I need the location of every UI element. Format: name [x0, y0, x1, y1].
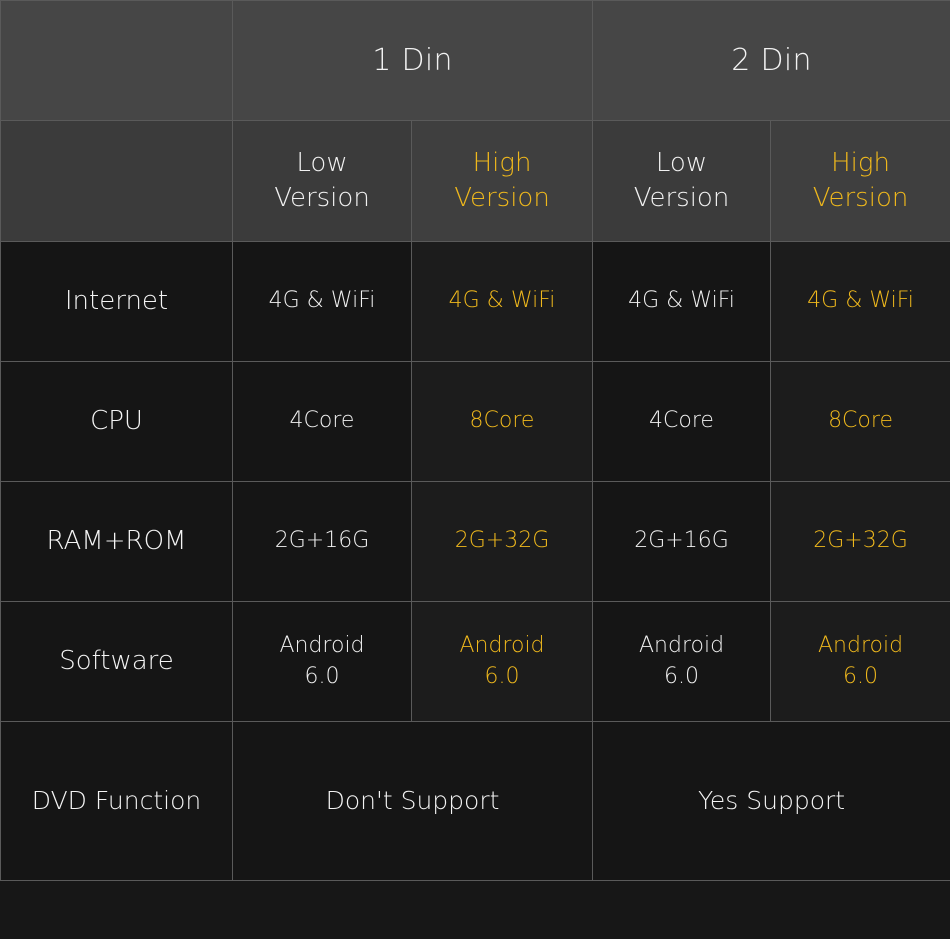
- table-row: RAM+ROM 2G+16G 2G+32G 2G+16G 2G+32G: [1, 482, 950, 602]
- value-cell-2din-high: 8Core: [771, 362, 950, 482]
- value-line-1: 4G & WiFi: [449, 288, 556, 313]
- feature-name: CPU: [90, 406, 143, 436]
- value-cell-2din-low: Android 6.0: [593, 602, 771, 722]
- value-line-2: 6.0: [843, 664, 878, 689]
- value-cell-2din-low: 4G & WiFi: [593, 242, 771, 362]
- value-cell-2din-low: 2G+16G: [593, 482, 771, 602]
- cell-value: 8Core: [771, 406, 950, 436]
- value-cell-1din-low: 4G & WiFi: [233, 242, 412, 362]
- group-label-2din: 2 Din: [731, 43, 812, 78]
- value-cell-1din-high: 4G & WiFi: [412, 242, 593, 362]
- value-line-1: Android: [279, 633, 364, 658]
- value-line-1: 8Core: [470, 408, 535, 433]
- group-header-1din: 1 Din: [233, 1, 593, 121]
- value-cell-1din-high: Android 6.0: [412, 602, 593, 722]
- feature-label-cell: RAM+ROM: [1, 482, 233, 602]
- feature-label-cell: CPU: [1, 362, 233, 482]
- feature-label-cell: Software: [1, 602, 233, 722]
- value-cell-2din-high: 2G+32G: [771, 482, 950, 602]
- value-cell-2din-low: 4Core: [593, 362, 771, 482]
- merged-value-cell-2din: Yes Support: [593, 722, 950, 881]
- cell-value: Android 6.0: [412, 631, 592, 692]
- version-label-2din-low: Low Version: [593, 146, 770, 216]
- value-cell-2din-high: 4G & WiFi: [771, 242, 950, 362]
- version-label-2din-high: High Version: [771, 146, 950, 216]
- cell-value: 4G & WiFi: [412, 286, 592, 316]
- value-cell-1din-high: 8Core: [412, 362, 593, 482]
- table-row: CPU 4Core 8Core 4Core 8Core: [1, 362, 950, 482]
- cell-value: 8Core: [412, 406, 592, 436]
- version-line-2: Version: [813, 183, 909, 213]
- table-header-versions: Low Version High Version Low Version Hig…: [1, 121, 950, 242]
- group-header-2din: 2 Din: [593, 1, 950, 121]
- version-header-2din-high: High Version: [771, 121, 950, 242]
- value-cell-1din-low: 4Core: [233, 362, 412, 482]
- version-label-1din-low: Low Version: [233, 146, 411, 216]
- cell-value: 2G+32G: [771, 526, 950, 556]
- cell-value: 4Core: [233, 406, 411, 436]
- group-label-1din: 1 Din: [372, 43, 453, 78]
- value-line-2: 6.0: [664, 664, 699, 689]
- feature-label-cell: DVD Function: [1, 722, 233, 881]
- table-row: Internet 4G & WiFi 4G & WiFi 4G & WiFi 4…: [1, 242, 950, 362]
- value-line-1: 4G & WiFi: [807, 288, 914, 313]
- table-row: Software Android 6.0 Android 6.0 Android…: [1, 602, 950, 722]
- value-line-1: 4G & WiFi: [269, 288, 376, 313]
- value-line-1: 4G & WiFi: [628, 288, 735, 313]
- version-header-2din-low: Low Version: [593, 121, 771, 242]
- feature-name: Software: [59, 646, 174, 676]
- feature-label-cell: Internet: [1, 242, 233, 362]
- value-line-1: 2G+32G: [813, 528, 908, 553]
- corner-cell: [1, 1, 233, 121]
- value-cell-1din-low: Android 6.0: [233, 602, 412, 722]
- footer-spacer: [0, 881, 950, 939]
- version-line-1: Low: [296, 148, 347, 178]
- cell-value: 4G & WiFi: [233, 286, 411, 316]
- version-line-2: Version: [454, 183, 550, 213]
- merged-value: Don't Support: [326, 786, 500, 815]
- table-row-merged: DVD Function Don't Support Yes Support: [1, 722, 950, 881]
- cell-value: Android 6.0: [771, 631, 950, 692]
- cell-value: 2G+16G: [593, 526, 770, 556]
- value-line-1: Android: [459, 633, 544, 658]
- value-line-1: 8Core: [828, 408, 893, 433]
- version-label-1din-high: High Version: [412, 146, 592, 216]
- version-line-1: Low: [656, 148, 707, 178]
- version-line-2: Version: [274, 183, 370, 213]
- value-line-1: 2G+16G: [634, 528, 729, 553]
- version-line-2: Version: [634, 183, 730, 213]
- value-line-1: 4Core: [290, 408, 355, 433]
- spec-comparison-table: 1 Din 2 Din Low Version High Version: [0, 0, 950, 881]
- cell-value: 2G+16G: [233, 526, 411, 556]
- value-cell-1din-high: 2G+32G: [412, 482, 593, 602]
- value-line-1: 4Core: [649, 408, 714, 433]
- value-line-1: 2G+32G: [455, 528, 550, 553]
- value-line-2: 6.0: [485, 664, 520, 689]
- cell-value: Android 6.0: [593, 631, 770, 692]
- value-line-1: Android: [639, 633, 724, 658]
- value-line-1: Android: [818, 633, 903, 658]
- feature-name: DVD Function: [32, 786, 201, 815]
- feature-name: RAM+ROM: [47, 526, 187, 556]
- cell-value: 2G+32G: [412, 526, 592, 556]
- value-cell-1din-low: 2G+16G: [233, 482, 412, 602]
- version-header-1din-low: Low Version: [233, 121, 412, 242]
- value-cell-2din-high: Android 6.0: [771, 602, 950, 722]
- value-line-1: 2G+16G: [275, 528, 370, 553]
- version-line-1: High: [831, 148, 890, 178]
- corner-cell-lower: [1, 121, 233, 242]
- table-header-groups: 1 Din 2 Din: [1, 1, 950, 121]
- version-header-1din-high: High Version: [412, 121, 593, 242]
- cell-value: 4Core: [593, 406, 770, 436]
- feature-name: Internet: [65, 286, 168, 316]
- version-line-1: High: [473, 148, 532, 178]
- merged-value: Yes Support: [698, 786, 845, 815]
- cell-value: 4G & WiFi: [771, 286, 950, 316]
- merged-value-cell-1din: Don't Support: [233, 722, 593, 881]
- value-line-2: 6.0: [305, 664, 340, 689]
- cell-value: 4G & WiFi: [593, 286, 770, 316]
- cell-value: Android 6.0: [233, 631, 411, 692]
